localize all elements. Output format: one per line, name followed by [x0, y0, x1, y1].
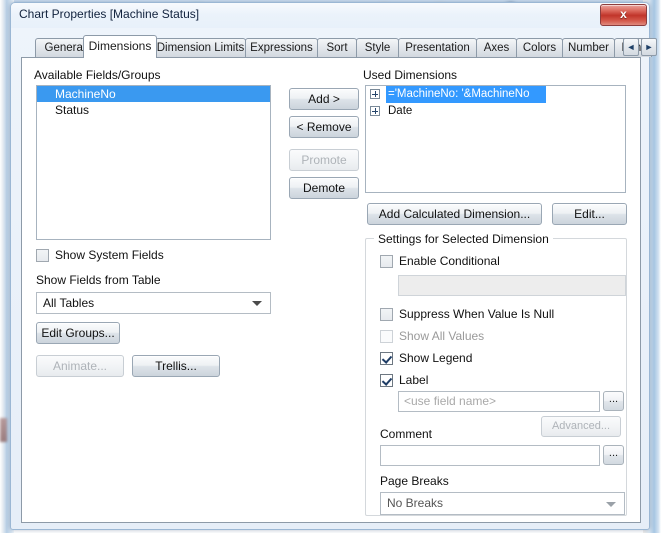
- used-dimension-label: ='MachineNo: '&MachineNo: [388, 88, 530, 100]
- checkbox-box: [380, 352, 393, 365]
- tab-number[interactable]: Number: [562, 38, 615, 57]
- background-left-accent: [0, 418, 7, 442]
- label-text-input[interactable]: <use field name>: [398, 391, 600, 412]
- tab-presentation[interactable]: Presentation: [398, 38, 477, 57]
- trellis-button[interactable]: Trellis...: [132, 355, 220, 377]
- label-checkbox-label: Label: [399, 373, 429, 387]
- add-button[interactable]: Add >: [289, 88, 359, 110]
- used-dimension-item[interactable]: ='MachineNo: '&MachineNo: [366, 86, 625, 103]
- tab-expressions[interactable]: Expressions: [245, 38, 318, 57]
- tab-sort[interactable]: Sort: [317, 38, 357, 57]
- dialog-titlebar[interactable]: Chart Properties [Machine Status] x: [11, 3, 649, 28]
- chart-properties-dialog: Chart Properties [Machine Status] x Gene…: [10, 2, 657, 530]
- comment-ellipsis-button[interactable]: ...: [603, 445, 624, 465]
- chevron-down-icon: [606, 501, 616, 507]
- tab-strip: General Dimensions Dimension Limits Express…: [21, 35, 657, 58]
- checkbox-box: [380, 255, 393, 268]
- tab-axes[interactable]: Axes: [476, 38, 517, 57]
- checkbox-box: [380, 308, 393, 321]
- comment-label: Comment: [380, 427, 433, 441]
- show-system-fields-label: Show System Fields: [55, 248, 164, 262]
- tab-style[interactable]: Style: [356, 38, 399, 57]
- show-fields-from-table-label: Show Fields from Table: [36, 273, 161, 287]
- page-breaks-label: Page Breaks: [380, 474, 449, 488]
- edit-groups-button[interactable]: Edit Groups...: [36, 322, 120, 344]
- available-fields-label: Available Fields/Groups: [34, 68, 161, 82]
- add-calculated-dimension-button[interactable]: Add Calculated Dimension...: [367, 203, 542, 225]
- plus-icon[interactable]: [370, 106, 380, 116]
- show-legend-label: Show Legend: [399, 351, 473, 365]
- checkbox-box: [380, 374, 393, 387]
- table-filter-select[interactable]: All Tables: [36, 292, 271, 314]
- tab-colors[interactable]: Colors: [516, 38, 563, 57]
- tab-scroll-prev-button[interactable]: ◄: [623, 38, 639, 56]
- label-ellipsis-button[interactable]: ...: [603, 391, 624, 411]
- settings-group-title: Settings for Selected Dimension: [374, 232, 553, 246]
- used-dimension-item[interactable]: Date: [366, 103, 625, 120]
- advanced-button: Advanced...: [541, 416, 621, 437]
- show-all-values-label: Show All Values: [399, 329, 485, 343]
- checkbox-box: [380, 330, 393, 343]
- conditional-expression-input: [398, 275, 626, 296]
- available-fields-listbox[interactable]: MachineNo Status: [36, 85, 271, 240]
- tab-dimension-limits[interactable]: Dimension Limits: [155, 38, 246, 57]
- table-filter-value: All Tables: [43, 296, 95, 310]
- used-dimensions-label: Used Dimensions: [363, 68, 458, 82]
- available-field-item[interactable]: MachineNo: [37, 86, 270, 102]
- checkbox-box: [36, 249, 49, 262]
- page-breaks-select[interactable]: No Breaks: [380, 492, 625, 515]
- used-dimensions-listbox[interactable]: ='MachineNo: '&MachineNo Date: [365, 85, 626, 193]
- edit-dimension-button[interactable]: Edit...: [552, 203, 627, 225]
- enable-conditional-label: Enable Conditional: [399, 254, 500, 268]
- remove-button[interactable]: < Remove: [289, 116, 359, 138]
- promote-button: Promote: [289, 149, 359, 171]
- suppress-when-null-label: Suppress When Value Is Null: [399, 307, 555, 321]
- used-dimension-label: Date: [388, 105, 413, 117]
- comment-input[interactable]: [380, 445, 600, 466]
- available-field-item[interactable]: Status: [37, 102, 270, 118]
- dialog-title: Chart Properties [Machine Status]: [19, 7, 200, 21]
- page-breaks-value: No Breaks: [387, 496, 444, 510]
- animate-button: Animate...: [36, 355, 124, 377]
- tab-dimensions[interactable]: Dimensions: [83, 35, 157, 58]
- triangle-left-icon: ◄: [626, 42, 636, 52]
- close-button[interactable]: x: [600, 4, 647, 26]
- tab-scroll-next-button[interactable]: ►: [641, 38, 657, 56]
- dimensions-tab-page: Available Fields/Groups MachineNo Status …: [21, 57, 641, 523]
- plus-icon[interactable]: [370, 89, 380, 99]
- triangle-right-icon: ►: [644, 42, 654, 52]
- close-icon: x: [620, 7, 627, 21]
- demote-button[interactable]: Demote: [289, 177, 359, 199]
- chevron-down-icon: [252, 301, 262, 306]
